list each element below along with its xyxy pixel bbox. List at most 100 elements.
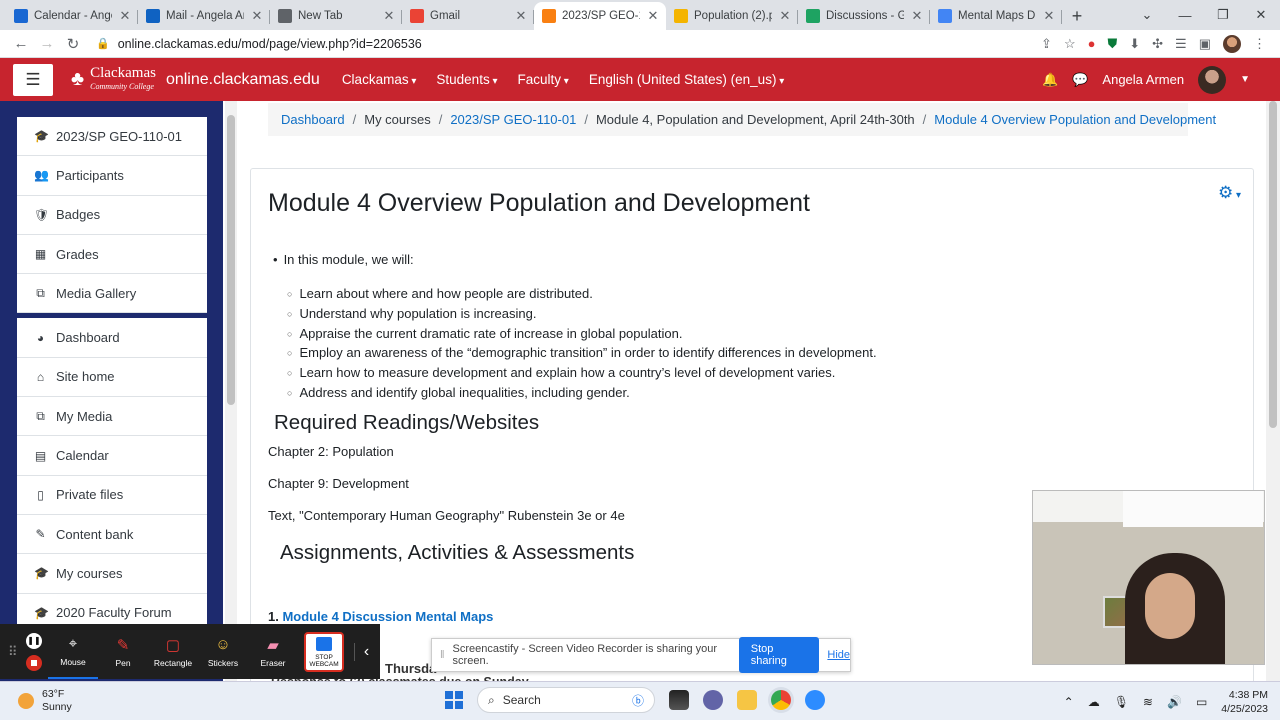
user-avatar[interactable]	[1198, 65, 1227, 94]
extensions-puzzle-icon[interactable]: ✣	[1152, 36, 1163, 52]
stop-webcam-button[interactable]: STOP WEBCAM	[304, 631, 344, 672]
assignment-1-link[interactable]: Module 4 Discussion Mental Maps	[282, 609, 493, 624]
wifi-icon[interactable]: ≋	[1143, 695, 1153, 709]
onedrive-cloud-icon[interactable]: ☁	[1088, 695, 1100, 709]
url-field[interactable]: 🔒 online.clackamas.edu/mod/page/view.php…	[96, 32, 1041, 56]
drawer-toggle-button[interactable]: ☰	[13, 63, 53, 96]
sidebar-item[interactable]: ▯ Private files	[17, 476, 207, 515]
profile-avatar[interactable]	[1223, 34, 1241, 53]
tab-close-icon[interactable]: ✕	[382, 8, 396, 24]
microphone-icon[interactable]: 🎙	[1114, 695, 1129, 709]
browser-tab[interactable]: Discussions - Google ✕	[798, 2, 930, 30]
breadcrumb-item[interactable]: Dashboard	[281, 112, 345, 127]
tab-close-icon[interactable]: ✕	[646, 8, 660, 24]
sidebar-item[interactable]: ⌂ Site home	[17, 358, 207, 398]
show-hidden-icons-icon[interactable]: ⌃	[1064, 695, 1074, 709]
sidebar-item[interactable]: 🛡 Badges	[17, 196, 207, 235]
new-tab-button[interactable]: +	[1062, 2, 1092, 30]
clock[interactable]: 4:38 PM 4/25/2023	[1221, 688, 1268, 716]
browser-tab[interactable]: Mail - Angela Armen ✕	[138, 2, 270, 30]
browser-tab[interactable]: Population (2).pptx ✕	[666, 2, 798, 30]
sidebar-item[interactable]: 🎓 2023/SP GEO-110-01	[17, 117, 207, 157]
sidebar-item[interactable]: ▦ Grades	[17, 235, 207, 275]
drawer-scroll-thumb[interactable]	[227, 115, 235, 405]
tab-close-icon[interactable]: ✕	[118, 8, 132, 24]
sidebar-item[interactable]: ⧉ Media Gallery	[17, 274, 207, 314]
stop-sharing-button[interactable]: Stop sharing	[738, 637, 820, 673]
extension-shield-icon[interactable]: ⛊	[1107, 36, 1117, 52]
reading-list-icon[interactable]: ☰	[1175, 36, 1187, 52]
side-panel-icon[interactable]: ▣	[1199, 36, 1211, 52]
user-name[interactable]: Angela Armen	[1102, 72, 1184, 87]
drag-handle-icon[interactable]: ⠿	[8, 644, 20, 660]
minimize-button[interactable]: —	[1166, 8, 1204, 23]
battery-icon[interactable]: ▭	[1196, 695, 1207, 709]
zoom-icon[interactable]	[805, 690, 825, 710]
windows-start-icon[interactable]	[445, 691, 463, 709]
browser-tab[interactable]: New Tab ✕	[270, 2, 402, 30]
sidebar-item[interactable]: 🎓 My courses	[17, 554, 207, 594]
pause-recording-icon[interactable]: ❚❚	[26, 632, 42, 649]
breadcrumb-item[interactable]: 2023/SP GEO-110-01	[450, 112, 576, 127]
restore-button[interactable]: ❐	[1204, 7, 1242, 23]
site-name-link[interactable]: online.clackamas.edu	[166, 71, 320, 89]
tool-rectangle-button[interactable]: ▢ Rectangle	[148, 624, 198, 679]
url-text[interactable]: online.clackamas.edu/mod/page/view.php?i…	[118, 37, 422, 51]
share-drag-icon[interactable]: ‖	[440, 649, 445, 661]
nav-menu-3[interactable]: English (United States) (en_us)	[589, 72, 784, 87]
taskbar-search[interactable]: ⌕ Search ⓑ	[477, 687, 655, 713]
browser-menu-icon[interactable]: ⋮	[1253, 36, 1266, 52]
share-icon[interactable]: ⇪	[1041, 36, 1052, 52]
sidebar-item[interactable]: ⧉ My Media	[17, 397, 207, 437]
hide-notice-link[interactable]: Hide	[827, 649, 850, 661]
tab-close-icon[interactable]: ✕	[514, 8, 528, 24]
tool-pen-button[interactable]: ✎ Pen	[98, 624, 148, 679]
sidebar-item[interactable]: ✎ Content bank	[17, 515, 207, 555]
sidebar-item[interactable]: 👥 Participants	[17, 156, 207, 196]
tab-search-icon[interactable]: ⌄	[1128, 7, 1166, 23]
site-logo[interactable]: ♣ Clackamas Community College	[71, 65, 156, 93]
weather-widget[interactable]: 63°F Sunny	[18, 688, 72, 714]
extension-record-icon[interactable]: ●	[1088, 36, 1096, 51]
reload-icon[interactable]: ↻	[60, 35, 86, 53]
browser-tab[interactable]: 2023/SP GEO-110 ✕	[534, 2, 666, 30]
tool-eraser-button[interactable]: ▰ Eraser	[248, 624, 298, 679]
nav-menu-2[interactable]: Faculty	[518, 72, 569, 87]
sidebar-item[interactable]: ◕ Dashboard	[17, 318, 207, 358]
page-scroll-thumb[interactable]	[1269, 101, 1277, 428]
tab-close-icon[interactable]: ✕	[778, 8, 792, 24]
browser-tab[interactable]: Mental Maps Discussion ✕	[930, 2, 1062, 30]
user-menu-caret-icon[interactable]: ▼	[1240, 74, 1250, 85]
webcam-preview[interactable]	[1032, 490, 1265, 665]
extension-download-icon[interactable]: ⬇	[1129, 36, 1140, 52]
settings-gear-icon[interactable]: ⚙	[1218, 183, 1241, 203]
tab-close-icon[interactable]: ✕	[910, 8, 924, 24]
messages-icon[interactable]: 💬	[1072, 72, 1088, 88]
notifications-bell-icon[interactable]: 🔔	[1042, 72, 1058, 88]
tab-title: Mental Maps Discussion	[958, 10, 1036, 22]
browser-tab[interactable]: Gmail ✕	[402, 2, 534, 30]
close-window-button[interactable]: ✕	[1242, 7, 1280, 23]
stop-recording-icon[interactable]	[26, 654, 42, 671]
drawer-scrollbar[interactable]	[225, 101, 237, 681]
forward-icon[interactable]: →	[34, 35, 60, 52]
task-view-icon[interactable]	[669, 690, 689, 710]
back-icon[interactable]: ←	[8, 35, 34, 52]
browser-tab[interactable]: Calendar - Angela ✕	[6, 2, 138, 30]
chrome-icon[interactable]	[771, 690, 791, 710]
tool-mouse-button[interactable]: ⌖ Mouse	[48, 624, 98, 679]
nav-menu-0[interactable]: Clackamas	[342, 72, 417, 87]
lock-icon[interactable]: 🔒	[96, 37, 110, 50]
teams-chat-icon[interactable]	[703, 690, 723, 710]
tab-close-icon[interactable]: ✕	[1042, 8, 1056, 24]
tab-close-icon[interactable]: ✕	[250, 8, 264, 24]
file-explorer-icon[interactable]	[737, 690, 757, 710]
breadcrumb-item[interactable]: Module 4 Overview Population and Develop…	[934, 112, 1216, 127]
bookmark-star-icon[interactable]: ☆	[1064, 36, 1076, 52]
page-scrollbar[interactable]	[1266, 101, 1280, 681]
nav-menu-1[interactable]: Students	[436, 72, 497, 87]
sidebar-item[interactable]: ▤ Calendar	[17, 436, 207, 476]
volume-icon[interactable]: 🔊	[1167, 695, 1182, 709]
collapse-toolbar-icon[interactable]: ‹	[354, 642, 378, 661]
tool-stickers-button[interactable]: ☺ Stickers	[198, 624, 248, 679]
